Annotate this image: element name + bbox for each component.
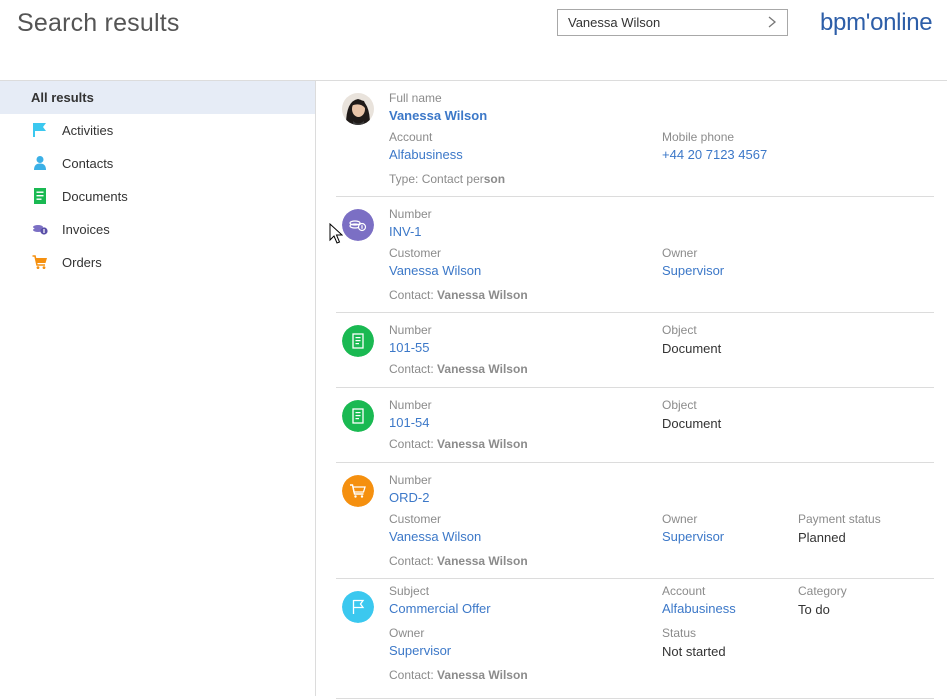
customer-link[interactable]: Vanessa Wilson: [389, 263, 481, 278]
result-card-activity: Subject Commercial Offer Account Alfabus…: [336, 579, 934, 699]
contact-value: Vanessa Wilson: [437, 362, 528, 376]
document-icon: [342, 400, 374, 432]
result-card-document: Number 101-55 Object Document Contact: V…: [336, 313, 934, 388]
invoice-number-link[interactable]: INV-1: [389, 224, 422, 239]
object-value: Document: [662, 341, 722, 356]
contact-line: Contact: Vanessa Wilson: [389, 437, 528, 451]
sidebar-item-documents[interactable]: Documents: [0, 180, 315, 213]
flag-icon: [33, 123, 46, 137]
field-label: Customer: [389, 512, 442, 526]
sidebar: All results Activities Contacts Document…: [0, 81, 315, 279]
sidebar-divider: [315, 80, 316, 696]
field-label: Category: [798, 584, 847, 598]
contact-type: Type: Contact person: [389, 172, 505, 186]
sidebar-item-activities[interactable]: Activities: [0, 114, 315, 147]
mobile-phone-link[interactable]: +44 20 7123 4567: [662, 147, 767, 162]
contact-value: Vanessa Wilson: [437, 437, 528, 451]
field-label: Object: [662, 323, 697, 337]
contact-type-value: Contact per: [421, 172, 484, 186]
field-label: Owner: [662, 246, 698, 260]
field-label: Number: [389, 207, 432, 221]
field-label: Number: [389, 398, 432, 412]
cart-icon: [32, 255, 47, 269]
contact-value: Vanessa Wilson: [437, 668, 528, 682]
category-value: To do: [798, 602, 830, 617]
contact-line: Contact: Vanessa Wilson: [389, 668, 528, 682]
person-icon: [34, 156, 46, 170]
invoice-icon: [342, 209, 374, 241]
contact-label: Contact:: [389, 437, 434, 451]
search-input[interactable]: [568, 15, 758, 30]
result-card-invoice: Number INV-1 Customer Vanessa Wilson Own…: [336, 197, 934, 313]
sidebar-item-label: Orders: [62, 255, 102, 270]
order-number-link[interactable]: ORD-2: [389, 490, 429, 505]
field-label: Number: [389, 323, 432, 337]
search-results: Full name Vanessa Wilson Account Alfabus…: [336, 81, 934, 699]
sidebar-item-label: All results: [31, 90, 94, 105]
document-icon: [34, 188, 46, 204]
account-link[interactable]: Alfabusiness: [662, 601, 736, 616]
document-icon: [342, 325, 374, 357]
contact-label: Contact:: [389, 288, 434, 302]
sidebar-item-orders[interactable]: Orders: [0, 246, 315, 279]
field-label: Owner: [662, 512, 698, 526]
sidebar-item-label: Documents: [62, 189, 128, 204]
coins-icon: [33, 225, 48, 235]
flag-icon: [342, 591, 374, 623]
contact-full-name-link[interactable]: Vanessa Wilson: [389, 108, 487, 123]
contact-line: Contact: Vanessa Wilson: [389, 362, 528, 376]
sidebar-item-label: Invoices: [62, 222, 110, 237]
contact-label: Contact:: [389, 554, 434, 568]
avatar: [342, 93, 374, 125]
logo: bpm'online: [820, 9, 933, 36]
document-number-link[interactable]: 101-55: [389, 340, 429, 355]
status-value: Not started: [662, 644, 726, 659]
document-number-link[interactable]: 101-54: [389, 415, 429, 430]
field-label: Object: [662, 398, 697, 412]
chevron-right-icon[interactable]: [765, 13, 779, 31]
field-label: Owner: [389, 626, 425, 640]
owner-link[interactable]: Supervisor: [662, 263, 724, 278]
owner-link[interactable]: Supervisor: [662, 529, 724, 544]
contact-type-value-bold: son: [483, 172, 506, 186]
result-card-contact: Full name Vanessa Wilson Account Alfabus…: [336, 81, 934, 197]
search-box[interactable]: [557, 9, 788, 36]
sidebar-item-label: Activities: [62, 123, 114, 138]
payment-status-value: Planned: [798, 530, 846, 545]
mouse-cursor-icon: [329, 223, 343, 244]
contact-line: Contact: Vanessa Wilson: [389, 288, 528, 302]
field-label: Subject: [389, 584, 430, 598]
sidebar-item-contacts[interactable]: Contacts: [0, 147, 315, 180]
cart-icon: [342, 475, 374, 507]
field-label: Account: [389, 130, 433, 144]
contact-type-label: Type:: [389, 172, 419, 186]
field-label: Mobile phone: [662, 130, 735, 144]
field-label: Full name: [389, 91, 442, 105]
owner-link[interactable]: Supervisor: [389, 643, 451, 658]
subject-link[interactable]: Commercial Offer: [389, 601, 491, 616]
sidebar-item-label: Contacts: [62, 156, 114, 171]
field-label: Status: [662, 626, 697, 640]
field-label: Payment status: [798, 512, 881, 526]
page-title: Search results: [17, 9, 180, 37]
contact-label: Contact:: [389, 362, 434, 376]
sidebar-item-invoices[interactable]: Invoices: [0, 213, 315, 246]
result-card-order: Number ORD-2 Customer Vanessa Wilson Own…: [336, 463, 934, 579]
field-label: Customer: [389, 246, 442, 260]
customer-link[interactable]: Vanessa Wilson: [389, 529, 481, 544]
result-card-document: Number 101-54 Object Document Contact: V…: [336, 388, 934, 463]
object-value: Document: [662, 416, 722, 431]
sidebar-item-all-results[interactable]: All results: [0, 81, 315, 114]
account-link[interactable]: Alfabusiness: [389, 147, 463, 162]
contact-value: Vanessa Wilson: [437, 554, 528, 568]
contact-label: Contact:: [389, 668, 434, 682]
field-label: Account: [662, 584, 706, 598]
contact-line: Contact: Vanessa Wilson: [389, 554, 528, 568]
field-label: Number: [389, 473, 432, 487]
contact-value: Vanessa Wilson: [437, 288, 528, 302]
